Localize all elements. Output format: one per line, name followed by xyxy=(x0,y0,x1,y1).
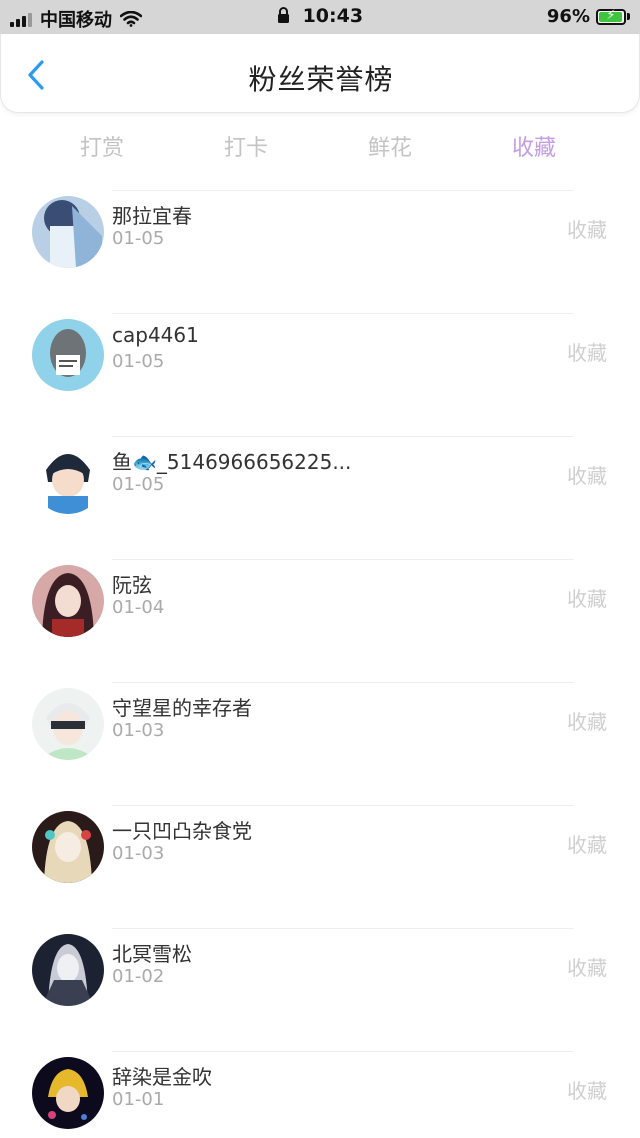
divider xyxy=(112,682,574,683)
favorite-action[interactable]: 收藏 xyxy=(567,460,607,489)
avatar[interactable] xyxy=(32,442,104,514)
status-center: 10:43 xyxy=(0,5,640,27)
divider xyxy=(112,436,574,437)
fan-date: 01-05 xyxy=(112,351,165,372)
fan-nickname: 辞染是金吹 xyxy=(112,1065,212,1089)
divider xyxy=(112,928,574,929)
fan-nickname: 鱼🐟_5146966656225... xyxy=(112,450,352,474)
battery-percent: 96% xyxy=(546,6,590,27)
favorite-action[interactable]: 收藏 xyxy=(567,706,607,735)
favorite-action[interactable]: 收藏 xyxy=(567,214,607,243)
list-item[interactable]: 鱼🐟_5146966656225... 01-05 收藏 xyxy=(0,436,640,559)
tab-favorites[interactable]: 收藏 xyxy=(512,130,556,162)
avatar[interactable] xyxy=(32,565,104,637)
fan-nickname: 那拉宜春 xyxy=(112,204,192,228)
fan-date: 01-02 xyxy=(112,966,165,987)
divider xyxy=(112,805,574,806)
list-item[interactable]: 那拉宜春 01-05 收藏 xyxy=(0,190,640,313)
fan-date: 01-03 xyxy=(112,720,165,741)
status-bar: 中国移动 10:43 96% ⚡ xyxy=(0,0,640,34)
nav-header: 粉丝荣誉榜 xyxy=(0,34,640,113)
avatar[interactable] xyxy=(32,319,104,391)
list-item[interactable]: 一只凹凸杂食党 01-03 收藏 xyxy=(0,805,640,928)
tab-bar: 打赏 打卡 鲜花 收藏 xyxy=(0,122,640,168)
fan-nickname: 北冥雪松 xyxy=(112,942,192,966)
battery-icon: ⚡ xyxy=(596,8,626,25)
fan-nickname: 阮弦 xyxy=(112,573,152,597)
divider xyxy=(112,1051,574,1052)
favorite-action[interactable]: 收藏 xyxy=(567,583,607,612)
favorite-action[interactable]: 收藏 xyxy=(567,1075,607,1104)
page: 中国移动 10:43 96% ⚡ 粉丝荣誉榜 打赏 打卡 鲜花 收藏 那拉宜春 … xyxy=(0,0,640,1138)
avatar[interactable] xyxy=(32,196,104,268)
list-item[interactable]: cap4461 01-05 收藏 xyxy=(0,313,640,436)
favorite-action[interactable]: 收藏 xyxy=(567,952,607,981)
avatar[interactable] xyxy=(32,934,104,1006)
page-title: 粉丝荣誉榜 xyxy=(248,63,394,96)
fan-nickname: 守望星的幸存者 xyxy=(112,696,252,720)
fan-date: 01-05 xyxy=(112,474,165,495)
fan-date: 01-01 xyxy=(112,1089,165,1110)
status-right: 96% ⚡ xyxy=(547,6,630,27)
fan-nickname: cap4461 xyxy=(112,323,199,347)
divider xyxy=(112,190,574,191)
tab-reward[interactable]: 打赏 xyxy=(80,130,124,162)
tab-flowers[interactable]: 鲜花 xyxy=(368,130,412,162)
divider xyxy=(112,559,574,560)
list-item[interactable]: 阮弦 01-04 收藏 xyxy=(0,559,640,682)
fan-date: 01-03 xyxy=(112,843,165,864)
list-item[interactable]: 守望星的幸存者 01-03 收藏 xyxy=(0,682,640,805)
avatar[interactable] xyxy=(32,1057,104,1129)
list-item[interactable]: 辞染是金吹 01-01 收藏 xyxy=(0,1051,640,1138)
battery-tip xyxy=(627,13,630,20)
fan-date: 01-04 xyxy=(112,597,165,618)
tab-checkin[interactable]: 打卡 xyxy=(224,130,268,162)
divider xyxy=(112,313,574,314)
list-item[interactable]: 北冥雪松 01-02 收藏 xyxy=(0,928,640,1051)
avatar[interactable] xyxy=(32,688,104,760)
fan-nickname: 一只凹凸杂食党 xyxy=(112,819,252,843)
clock-label: 10:43 xyxy=(302,5,364,27)
fan-date: 01-05 xyxy=(112,228,165,249)
lock-icon xyxy=(277,7,289,23)
avatar[interactable] xyxy=(32,811,104,883)
favorite-action[interactable]: 收藏 xyxy=(567,829,607,858)
favorite-action[interactable]: 收藏 xyxy=(567,337,607,366)
